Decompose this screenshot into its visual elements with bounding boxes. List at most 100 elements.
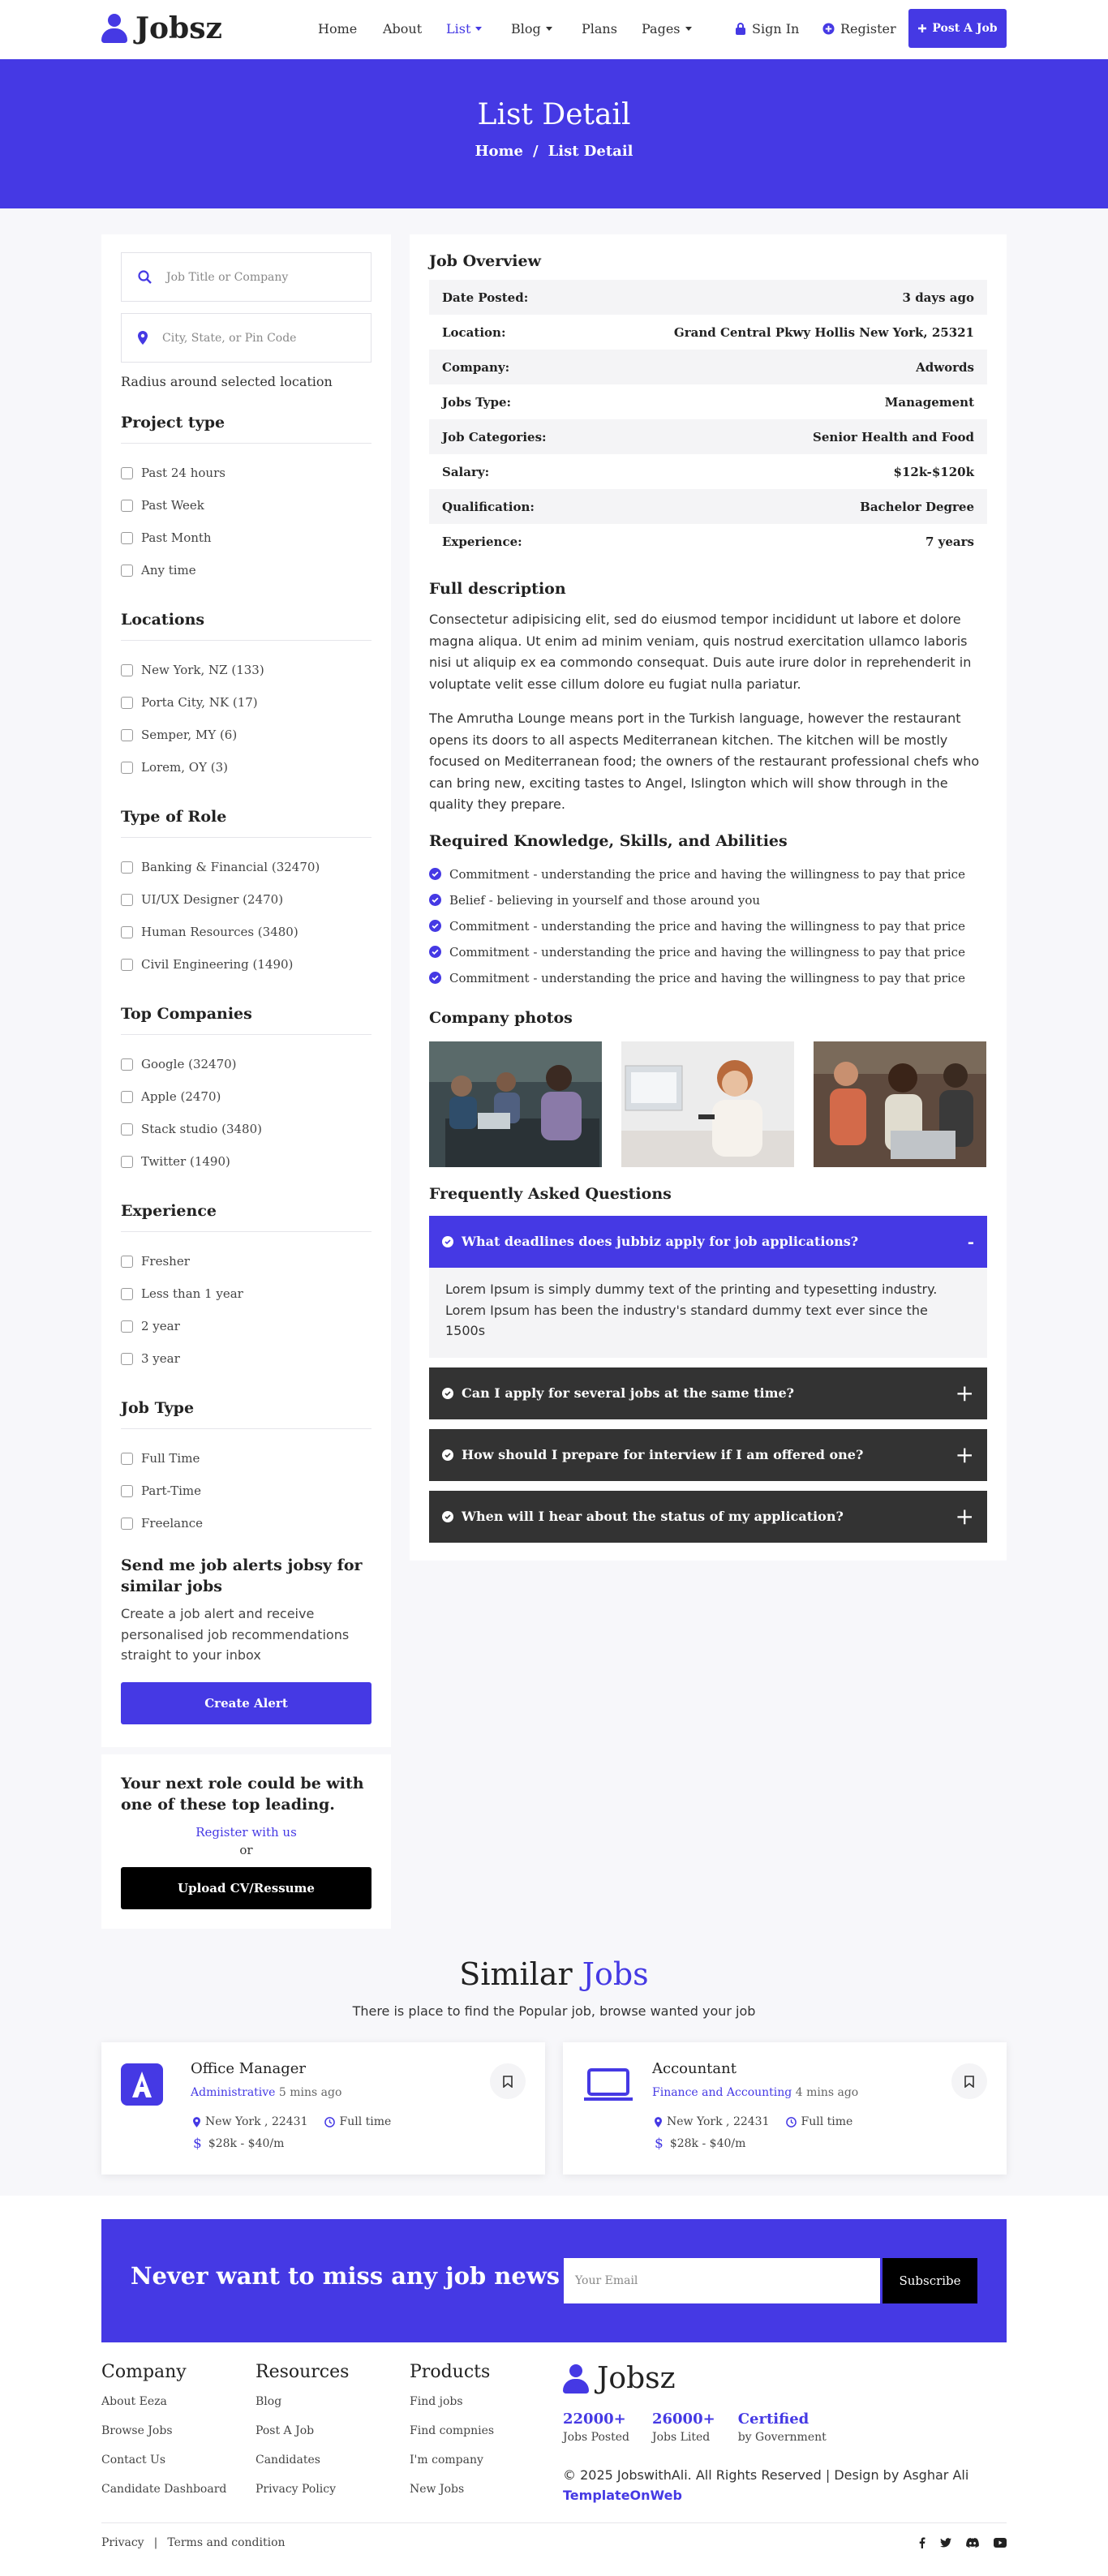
- newsletter-email-input[interactable]: Your Email: [564, 2258, 880, 2303]
- post-job-button[interactable]: Post A Job: [908, 9, 1007, 48]
- filter-checkbox[interactable]: Lorem, OY (3): [121, 751, 371, 784]
- logo[interactable]: Jobsz: [101, 11, 222, 45]
- checkbox[interactable]: [121, 761, 133, 774]
- filter-checkbox[interactable]: Past Week: [121, 489, 371, 522]
- checkbox[interactable]: [121, 958, 133, 971]
- company-photo[interactable]: [621, 1041, 794, 1167]
- footer-logo[interactable]: Jobsz: [563, 2362, 676, 2395]
- filter-checkbox[interactable]: 3 year: [121, 1342, 371, 1375]
- footer-link[interactable]: Find jobs: [410, 2395, 494, 2424]
- discord-icon[interactable]: [966, 2537, 979, 2548]
- checkbox[interactable]: [121, 1352, 133, 1365]
- checkbox[interactable]: [121, 1255, 133, 1268]
- checkbox[interactable]: [121, 466, 133, 479]
- checkbox[interactable]: [121, 1452, 133, 1465]
- nav-item-home[interactable]: Home: [318, 21, 357, 36]
- filter-checkbox[interactable]: Apple (2470): [121, 1080, 371, 1113]
- nav-item-plans[interactable]: Plans: [582, 21, 617, 36]
- checkbox[interactable]: [121, 1090, 133, 1103]
- create-alert-button[interactable]: Create Alert: [121, 1682, 371, 1725]
- nav-item-about[interactable]: About: [383, 21, 422, 36]
- footer-link[interactable]: Post A Job: [256, 2424, 349, 2454]
- footer-link[interactable]: Candidates: [256, 2454, 349, 2483]
- job-card[interactable]: Office Manager Administrative 5 mins ago…: [101, 2042, 545, 2175]
- footer-link[interactable]: Contact Us: [101, 2454, 226, 2483]
- footer-link[interactable]: Blog: [256, 2395, 349, 2424]
- privacy-link[interactable]: Privacy: [101, 2536, 144, 2549]
- filter-checkbox[interactable]: Banking & Financial (32470): [121, 851, 371, 883]
- checkbox[interactable]: [121, 663, 133, 676]
- filter-checkbox[interactable]: Less than 1 year: [121, 1277, 371, 1310]
- nav-item-list[interactable]: List: [446, 21, 483, 36]
- job-search-input[interactable]: Job Title or Company: [121, 252, 371, 302]
- footer-link[interactable]: Browse Jobs: [101, 2424, 226, 2454]
- checkbox[interactable]: [121, 1320, 133, 1333]
- faq-question-open[interactable]: What deadlines does jubbiz apply for job…: [429, 1215, 987, 1268]
- brand-link[interactable]: TemplateOnWeb: [563, 2486, 968, 2506]
- checkbox[interactable]: [121, 1155, 133, 1168]
- faq-question[interactable]: Can I apply for several jobs at the same…: [429, 1367, 987, 1419]
- checkbox[interactable]: [121, 1517, 133, 1530]
- check-circle-icon: [429, 868, 441, 881]
- filter-checkbox[interactable]: 2 year: [121, 1310, 371, 1342]
- company-photo[interactable]: [814, 1041, 986, 1167]
- breadcrumb-home[interactable]: Home: [475, 143, 523, 160]
- filter-checkbox[interactable]: Civil Engineering (1490): [121, 948, 371, 981]
- sign-in-link[interactable]: Sign In: [735, 21, 799, 36]
- faq-question[interactable]: How should I prepare for interview if I …: [429, 1428, 987, 1481]
- filter-checkbox[interactable]: Semper, MY (6): [121, 719, 371, 751]
- checkbox[interactable]: [121, 861, 133, 874]
- filter-checkbox[interactable]: Part-Time: [121, 1475, 371, 1507]
- checkbox[interactable]: [121, 728, 133, 741]
- filter-option-label: Human Resources (3480): [141, 925, 298, 939]
- filter-checkbox[interactable]: Past Month: [121, 522, 371, 554]
- filter-checkbox[interactable]: Google (32470): [121, 1048, 371, 1080]
- filter-checkbox[interactable]: Stack studio (3480): [121, 1113, 371, 1145]
- filter-group: Experience Fresher Less than 1 year 2 year 3…: [121, 1202, 371, 1375]
- filter-checkbox[interactable]: Any time: [121, 554, 371, 586]
- checkbox[interactable]: [121, 564, 133, 577]
- nav-item-pages[interactable]: Pages: [642, 21, 692, 36]
- filter-checkbox[interactable]: Fresher: [121, 1245, 371, 1277]
- register-link[interactable]: Register: [822, 21, 896, 36]
- filter-checkbox[interactable]: Past 24 hours: [121, 457, 371, 489]
- checkbox[interactable]: [121, 1058, 133, 1071]
- footer-link[interactable]: Find compnies: [410, 2424, 494, 2454]
- company-photo[interactable]: [429, 1041, 602, 1167]
- checkbox[interactable]: [121, 1287, 133, 1300]
- footer-link[interactable]: Privacy Policy: [256, 2483, 349, 2512]
- job-title[interactable]: Office Manager: [191, 2060, 306, 2077]
- twitter-icon[interactable]: [940, 2537, 951, 2548]
- nav-item-blog[interactable]: Blog: [511, 21, 552, 36]
- footer-link[interactable]: I'm company: [410, 2454, 494, 2483]
- checkbox[interactable]: [121, 1123, 133, 1136]
- subscribe-button[interactable]: Subscribe: [883, 2258, 977, 2303]
- filter-checkbox[interactable]: New York, NZ (133): [121, 654, 371, 686]
- youtube-icon[interactable]: [994, 2537, 1007, 2548]
- bookmark-button[interactable]: [490, 2063, 526, 2099]
- filter-checkbox[interactable]: Porta City, NK (17): [121, 686, 371, 719]
- checkbox[interactable]: [121, 696, 133, 709]
- job-card[interactable]: Accountant Finance and Accounting 4 mins…: [563, 2042, 1007, 2175]
- upload-cv-button[interactable]: Upload CV/Ressume: [121, 1867, 371, 1910]
- register-with-us-link[interactable]: Register with us: [121, 1825, 371, 1840]
- footer-link[interactable]: New Jobs: [410, 2483, 494, 2512]
- facebook-icon[interactable]: [919, 2536, 925, 2548]
- filter-checkbox[interactable]: Full Time: [121, 1442, 371, 1475]
- job-title[interactable]: Accountant: [652, 2060, 737, 2077]
- filter-checkbox[interactable]: Human Resources (3480): [121, 916, 371, 948]
- location-input[interactable]: City, State, or Pin Code: [121, 313, 371, 363]
- footer-link[interactable]: Candidate Dashboard: [101, 2483, 226, 2512]
- bookmark-button[interactable]: [951, 2063, 987, 2099]
- terms-link[interactable]: Terms and condition: [167, 2536, 285, 2549]
- checkbox[interactable]: [121, 893, 133, 906]
- checkbox[interactable]: [121, 1484, 133, 1497]
- checkbox[interactable]: [121, 531, 133, 544]
- checkbox[interactable]: [121, 499, 133, 512]
- overview-row: Location: Grand Central Pkwy Hollis New Y…: [429, 315, 987, 350]
- filter-checkbox[interactable]: UI/UX Designer (2470): [121, 883, 371, 916]
- checkbox[interactable]: [121, 925, 133, 938]
- filter-checkbox[interactable]: Twitter (1490): [121, 1145, 371, 1178]
- footer-link[interactable]: About Eeza: [101, 2395, 226, 2424]
- faq-question[interactable]: When will I hear about the status of my …: [429, 1490, 987, 1543]
